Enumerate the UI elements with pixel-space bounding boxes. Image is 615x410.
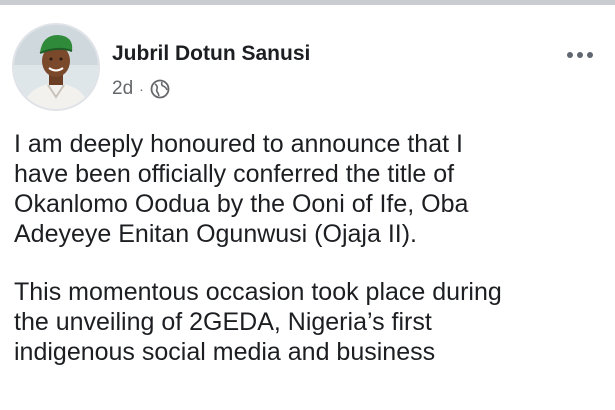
post-card: Jubril Dotun Sanusi 2d · I am deeply hon… xyxy=(0,5,615,410)
post-timestamp[interactable]: 2d xyxy=(112,78,133,100)
post-paragraph-1: I am deeply honoured to announce that I … xyxy=(14,130,469,248)
author-name[interactable]: Jubril Dotun Sanusi xyxy=(112,42,310,66)
post-meta: 2d · xyxy=(112,78,170,100)
post-text: I am deeply honoured to announce that I … xyxy=(14,129,604,395)
author-avatar[interactable] xyxy=(12,23,100,111)
globe-icon[interactable] xyxy=(150,79,170,99)
avatar-image xyxy=(14,25,98,109)
meta-separator: · xyxy=(139,81,144,97)
post-paragraph-2: This momentous occasion took place durin… xyxy=(14,278,502,366)
more-options-icon[interactable] xyxy=(560,43,600,67)
